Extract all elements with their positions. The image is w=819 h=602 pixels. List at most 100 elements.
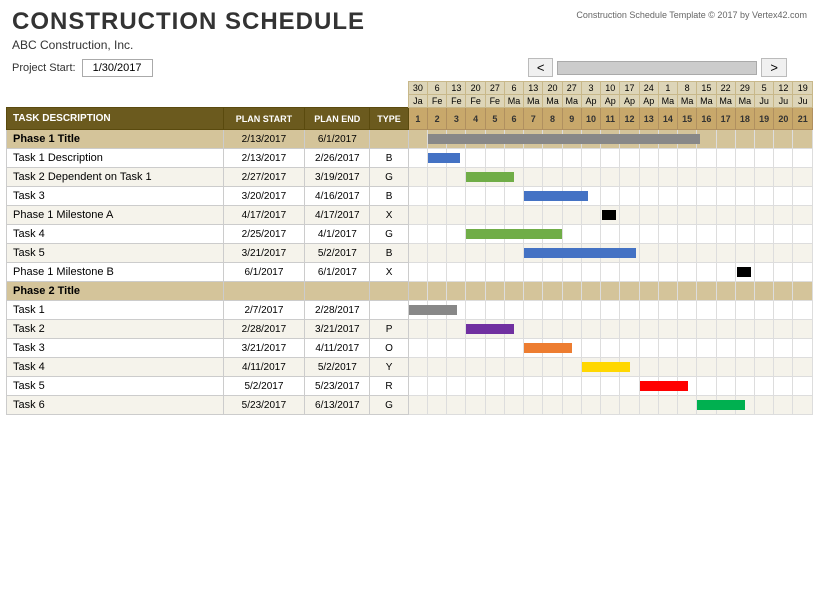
- gantt-cell-4: [466, 377, 485, 396]
- gantt-cell-11: [601, 396, 620, 415]
- gantt-cell-12: [620, 187, 639, 206]
- task-type-cell: [370, 282, 408, 301]
- task-type-cell: B: [370, 187, 408, 206]
- gantt-cell-21: [793, 263, 813, 282]
- gantt-cell-6: [504, 282, 523, 301]
- gantt-cell-14: [658, 187, 677, 206]
- gantt-cell-13: [639, 396, 658, 415]
- task-row: Task 65/23/20176/13/2017G: [7, 396, 813, 415]
- plan-start-cell: 4/11/2017: [223, 358, 305, 377]
- month-num-16: 15: [697, 82, 716, 95]
- gantt-cell-17: [716, 301, 735, 320]
- task-row: Task 22/28/20173/21/2017P: [7, 320, 813, 339]
- gantt-cell-11: [601, 263, 620, 282]
- gantt-cell-14: [658, 282, 677, 301]
- gantt-cell-8: [543, 168, 562, 187]
- gantt-cell-18: [735, 339, 754, 358]
- gantt-cell-8: [543, 396, 562, 415]
- gantt-cell-16: [697, 301, 716, 320]
- gantt-cell-15: [678, 282, 697, 301]
- gantt-cell-5: [485, 187, 504, 206]
- gantt-cell-14: [658, 358, 677, 377]
- task-row: Phase 1 Milestone A4/17/20174/17/2017X: [7, 206, 813, 225]
- month-num-14: 1: [658, 82, 677, 95]
- gantt-cell-10: [581, 358, 600, 377]
- gantt-cell-1: [408, 263, 427, 282]
- gantt-cell-3: [447, 187, 466, 206]
- month-num-20: 12: [774, 82, 793, 95]
- gantt-cell-18: [735, 282, 754, 301]
- month-num-8: 20: [543, 82, 562, 95]
- gantt-cell-11: [601, 339, 620, 358]
- gantt-cell-7: [524, 377, 543, 396]
- gantt-cell-12: [620, 377, 639, 396]
- month-num-17: 22: [716, 82, 735, 95]
- task-type-cell: Y: [370, 358, 408, 377]
- scroll-right-button[interactable]: >: [761, 58, 787, 77]
- plan-start-cell: 3/21/2017: [223, 339, 305, 358]
- plan-end-cell: 4/17/2017: [305, 206, 370, 225]
- scroll-left-button[interactable]: <: [528, 58, 554, 77]
- gantt-cell-4: [466, 282, 485, 301]
- gantt-cell-19: [754, 130, 773, 149]
- task-type-cell: [370, 301, 408, 320]
- gantt-cell-2: [428, 396, 447, 415]
- task-type-cell: X: [370, 206, 408, 225]
- gantt-cell-2: [428, 339, 447, 358]
- gantt-cell-15: [678, 149, 697, 168]
- gantt-cell-20: [774, 377, 793, 396]
- gantt-cell-5: [485, 149, 504, 168]
- gantt-cell-11: [601, 377, 620, 396]
- th-plan-end: PLAN END: [305, 108, 370, 130]
- project-start-value: 1/30/2017: [82, 59, 153, 77]
- gantt-cell-18: [735, 168, 754, 187]
- gantt-cell-13: [639, 358, 658, 377]
- task-desc-cell: Task 5: [7, 244, 224, 263]
- gantt-cell-12: [620, 206, 639, 225]
- plan-end-cell: 5/2/2017: [305, 358, 370, 377]
- gantt-cell-4: [466, 149, 485, 168]
- task-type-cell: O: [370, 339, 408, 358]
- gantt-cell-8: [543, 149, 562, 168]
- gantt-cell-12: [620, 149, 639, 168]
- gantt-cell-1: [408, 377, 427, 396]
- phase-title-cell: Phase 2 Title: [7, 282, 224, 301]
- gantt-cell-4: [466, 320, 485, 339]
- task-type-cell: R: [370, 377, 408, 396]
- gantt-cell-7: [524, 187, 543, 206]
- gantt-cell-10: [581, 149, 600, 168]
- gantt-cell-19: [754, 225, 773, 244]
- gantt-cell-6: [504, 149, 523, 168]
- gantt-cell-13: [639, 301, 658, 320]
- month-num-21: 19: [793, 82, 813, 95]
- month-num-9: 27: [562, 82, 581, 95]
- gantt-cell-4: [466, 225, 485, 244]
- gantt-cell-5: [485, 358, 504, 377]
- gantt-cell-19: [754, 168, 773, 187]
- gantt-cell-4: [466, 396, 485, 415]
- gantt-cell-13: [639, 263, 658, 282]
- gantt-cell-16: [697, 358, 716, 377]
- gantt-cell-17: [716, 263, 735, 282]
- gantt-cell-1: [408, 339, 427, 358]
- plan-start-cell: 5/23/2017: [223, 396, 305, 415]
- gantt-cell-18: [735, 263, 754, 282]
- plan-end-cell: 4/16/2017: [305, 187, 370, 206]
- gantt-cell-8: [543, 358, 562, 377]
- gantt-cell-13: [639, 282, 658, 301]
- month-num-11: 10: [601, 82, 620, 95]
- gantt-cell-10: [581, 377, 600, 396]
- gantt-cell-15: [678, 168, 697, 187]
- gantt-cell-14: [658, 168, 677, 187]
- gantt-cell-20: [774, 225, 793, 244]
- gantt-cell-2: [428, 130, 447, 149]
- gantt-cell-1: [408, 130, 427, 149]
- task-desc-cell: Phase 1 Milestone B: [7, 263, 224, 282]
- gantt-cell-16: [697, 282, 716, 301]
- gantt-cell-1: [408, 301, 427, 320]
- gantt-cell-10: [581, 301, 600, 320]
- gantt-cell-16: [697, 244, 716, 263]
- gantt-cell-12: [620, 301, 639, 320]
- phase-row: Phase 1 Title2/13/20176/1/2017: [7, 130, 813, 149]
- gantt-cell-20: [774, 358, 793, 377]
